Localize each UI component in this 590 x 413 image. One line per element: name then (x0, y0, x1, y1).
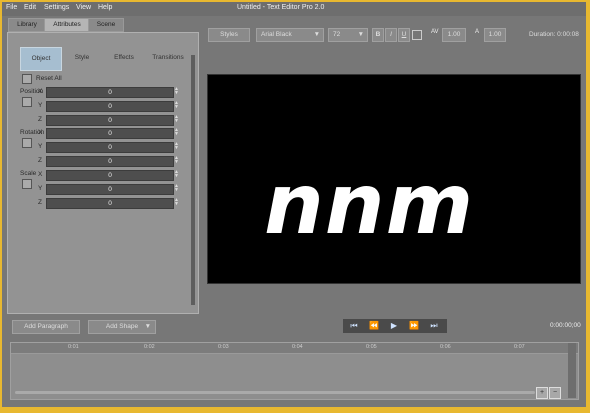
window-title: Untitled - Text Editor Pro 2.0 (237, 4, 325, 11)
menu-view[interactable]: View (76, 4, 91, 11)
chevron-down-icon: ▼ (357, 31, 364, 38)
menu-edit[interactable]: Edit (24, 4, 36, 11)
styles-button[interactable]: Styles (208, 28, 250, 42)
add-shape-button[interactable]: Add Shape ▼ (88, 320, 156, 334)
scale-y-spinner[interactable]: ▲ ▼ (174, 184, 180, 193)
rotation-z-spinner[interactable]: ▲ ▼ (174, 156, 180, 165)
attributes-panel: Object Style Effects Transitions Reset A… (7, 32, 199, 314)
axis-label: X (38, 88, 43, 95)
axis-label: Y (38, 143, 43, 150)
skip-to-start-icon[interactable]: ⏮ (345, 320, 363, 331)
panel-scrollbar[interactable] (191, 55, 195, 305)
scale-y-input[interactable]: 0 (46, 184, 174, 195)
subtab-object[interactable]: Object (20, 47, 62, 71)
timeline-tick: 0:06 (440, 344, 451, 350)
rotation-x-spinner[interactable]: ▲ ▼ (174, 128, 180, 137)
position-x-spinner[interactable]: ▲ ▼ (174, 87, 180, 96)
italic-button[interactable]: I (385, 28, 397, 42)
axis-label: X (38, 129, 43, 136)
line-spacing-icon: A (475, 29, 480, 35)
font-size-value: 72 (333, 31, 341, 38)
timeline-tick: 0:04 (292, 344, 303, 350)
zoom-out-icon[interactable]: − (549, 387, 561, 399)
axis-label: Z (38, 199, 42, 206)
timeline-tick: 0:05 (366, 344, 377, 350)
rotation-link-icon[interactable] (22, 138, 32, 148)
app-window: File Edit Settings View Help Untitled - … (2, 2, 586, 407)
axis-label: Y (38, 102, 43, 109)
preview-text[interactable]: nnm (264, 162, 474, 246)
position-z-spinner[interactable]: ▲ ▼ (174, 115, 180, 124)
position-z-input[interactable]: 0 (46, 115, 174, 126)
reset-all-label: Reset All (36, 75, 62, 82)
timeline-vertical-scrollbar[interactable] (568, 343, 576, 398)
subtab-style[interactable]: Style (62, 47, 102, 69)
subtab-transitions[interactable]: Transitions (146, 47, 190, 69)
reset-all-checkbox[interactable] (22, 74, 32, 84)
align-icon[interactable] (412, 30, 422, 40)
menu-settings[interactable]: Settings (44, 4, 69, 11)
play-icon[interactable]: ▶ (385, 320, 403, 331)
scale-z-input[interactable]: 0 (46, 198, 174, 209)
zoom-in-icon[interactable]: + (536, 387, 548, 399)
timeline-tick: 0:02 (144, 344, 155, 350)
tab-scene[interactable]: Scene (88, 18, 124, 32)
playback-controls: ⏮ ⏪ ▶ ⏩ ⏭ (342, 318, 448, 334)
axis-label: Z (38, 157, 42, 164)
rotation-x-input[interactable]: 0 (46, 128, 174, 139)
timeline-tick: 0:01 (68, 344, 79, 350)
add-paragraph-button[interactable]: Add Paragraph (12, 320, 80, 334)
rotation-y-spinner[interactable]: ▲ ▼ (174, 142, 180, 151)
line-spacing-input[interactable]: 1.00 (484, 28, 506, 42)
axis-label: Z (38, 116, 42, 123)
add-shape-label: Add Shape (105, 323, 139, 330)
scale-label: Scale (20, 170, 37, 177)
position-link-icon[interactable] (22, 97, 32, 107)
character-spacing-icon: AV (431, 29, 439, 35)
skip-to-end-icon[interactable]: ⏭ (425, 320, 443, 331)
axis-label: X (38, 171, 43, 178)
timeline-horizontal-scrollbar[interactable] (15, 391, 535, 394)
font-size-select[interactable]: 72 ▼ (328, 28, 368, 42)
position-x-input[interactable]: 0 (46, 87, 174, 98)
menu-help[interactable]: Help (98, 4, 112, 11)
font-select-value: Arial Black (261, 31, 292, 38)
position-y-input[interactable]: 0 (46, 101, 174, 112)
rotation-y-input[interactable]: 0 (46, 142, 174, 153)
chevron-down-icon: ▼ (144, 323, 151, 330)
rotation-z-input[interactable]: 0 (46, 156, 174, 167)
duration-label: Duration: 0:00:08 (529, 31, 579, 38)
scale-x-spinner[interactable]: ▲ ▼ (174, 170, 180, 179)
scale-z-spinner[interactable]: ▲ ▼ (174, 198, 180, 207)
tab-library[interactable]: Library (8, 18, 46, 32)
axis-label: Y (38, 185, 43, 192)
timeline-tick: 0:07 (514, 344, 525, 350)
timeline[interactable]: 0:01 0:02 0:03 0:04 0:05 0:06 0:07 + − (10, 342, 579, 400)
chevron-down-icon: ▼ (313, 31, 320, 38)
timecode-display: 0:00:00;00 (550, 322, 581, 329)
menu-bar: File Edit Settings View Help Untitled - … (2, 2, 586, 16)
position-y-spinner[interactable]: ▲ ▼ (174, 101, 180, 110)
character-spacing-input[interactable]: 1.00 (442, 28, 466, 42)
underline-button[interactable]: U (398, 28, 410, 42)
tab-attributes[interactable]: Attributes (44, 18, 90, 32)
timeline-tick: 0:03 (218, 344, 229, 350)
subtab-effects[interactable]: Effects (104, 47, 144, 69)
step-forward-icon[interactable]: ⏩ (405, 320, 423, 331)
menu-file[interactable]: File (6, 4, 17, 11)
scale-x-input[interactable]: 0 (46, 170, 174, 181)
font-select[interactable]: Arial Black ▼ (256, 28, 324, 42)
scale-link-icon[interactable] (22, 179, 32, 189)
step-back-icon[interactable]: ⏪ (365, 320, 383, 331)
bold-button[interactable]: B (372, 28, 384, 42)
